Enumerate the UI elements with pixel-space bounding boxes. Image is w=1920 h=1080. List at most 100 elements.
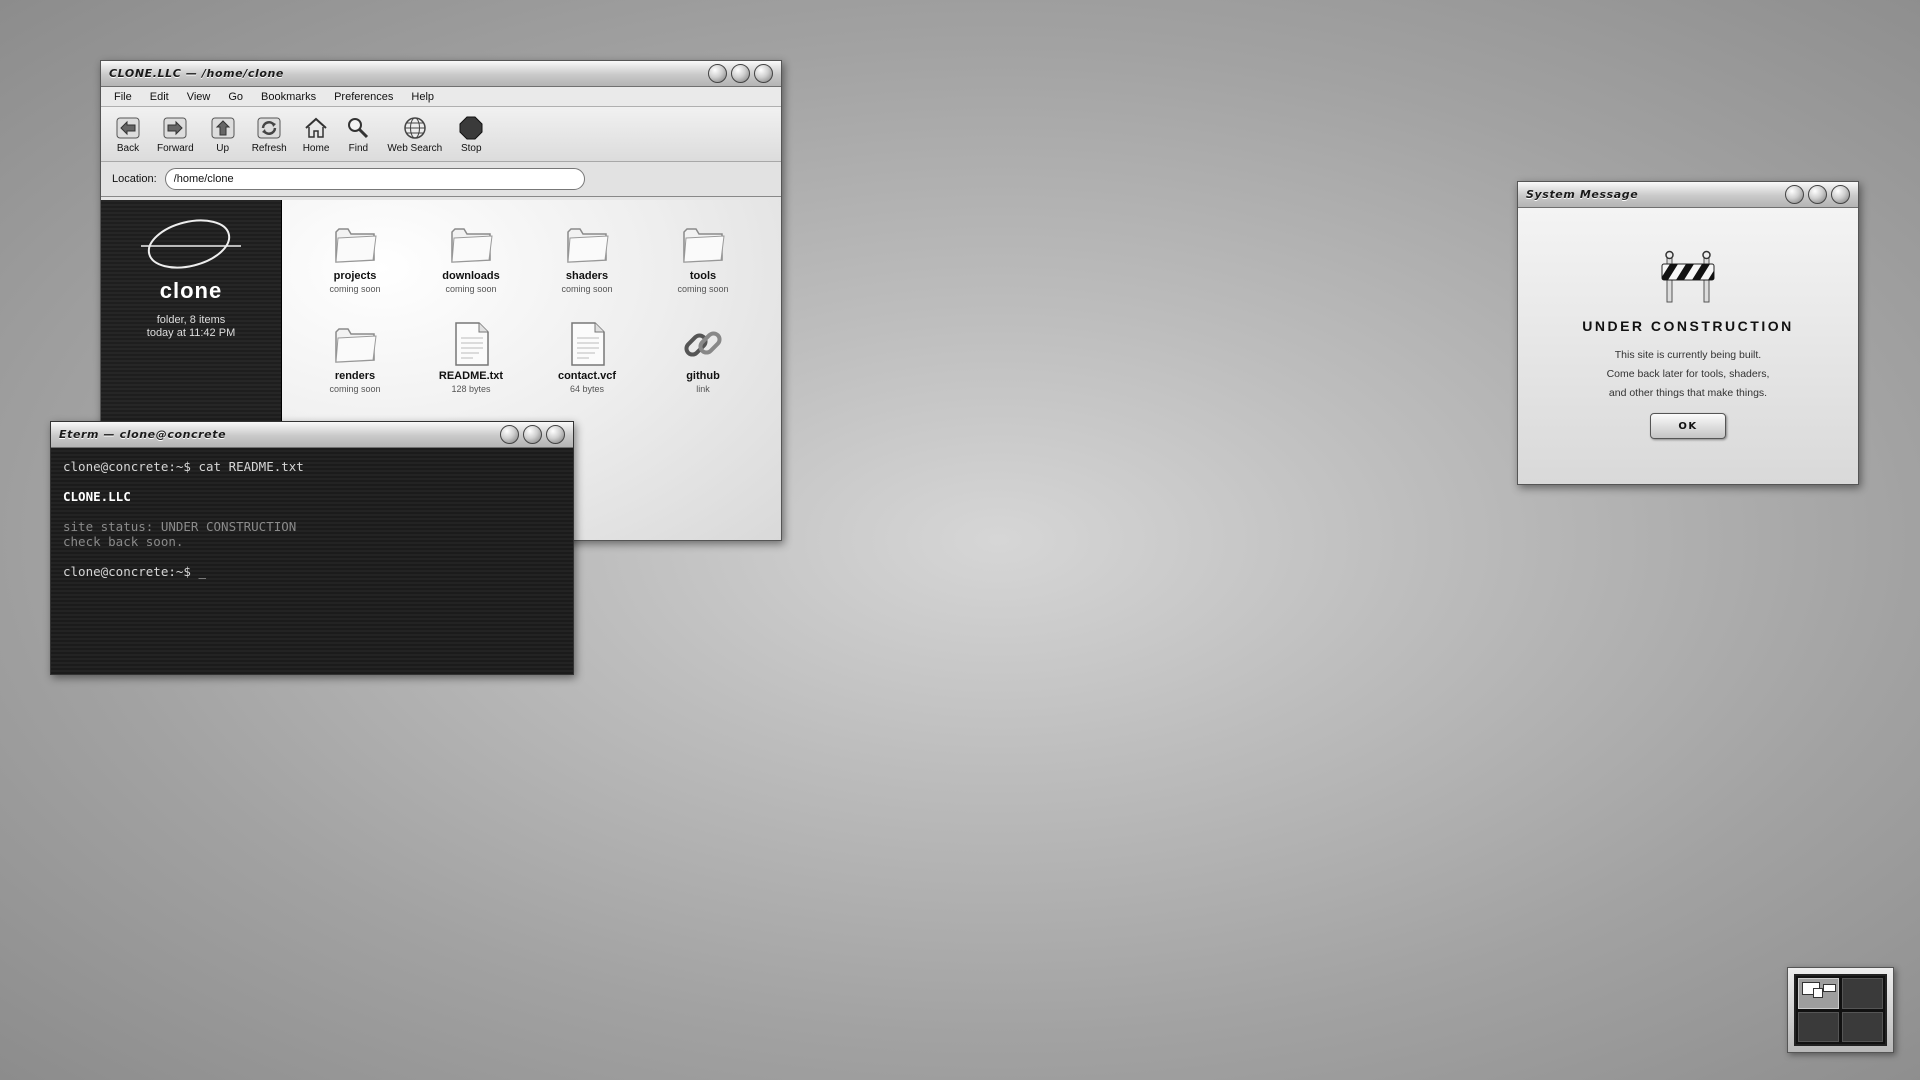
location-bar: Location: — [101, 162, 781, 197]
terminal-line: clone@concrete:~$ cat README.txt — [63, 459, 304, 474]
location-label: Location: — [112, 173, 157, 185]
window-title: CLONE.LLC — /home/clone — [109, 67, 284, 80]
window-title: System Message — [1526, 188, 1639, 201]
file-name: contact.vcf — [557, 370, 617, 382]
minimize-button[interactable] — [500, 425, 519, 444]
file-item-shaders[interactable]: shaders coming soon — [529, 220, 645, 320]
terminal-output[interactable]: clone@concrete:~$ cat README.txt CLONE.L… — [51, 448, 573, 674]
pager-grid — [1794, 974, 1887, 1046]
minimize-button[interactable] — [1785, 185, 1804, 204]
maximize-button[interactable] — [523, 425, 542, 444]
sidebar-meta-count: folder, 8 items — [156, 314, 226, 326]
forward-arrow-icon — [163, 117, 187, 138]
folder-icon — [335, 228, 377, 263]
mini-window-icon — [1813, 988, 1823, 998]
up-button[interactable]: Up — [202, 115, 244, 154]
file-sub: coming soon — [329, 284, 381, 294]
dialog-message: This site is currently being built. Come… — [1607, 346, 1770, 403]
refresh-icon — [257, 117, 281, 138]
file-item-projects[interactable]: projects coming soon — [297, 220, 413, 320]
file-item-tools[interactable]: tools coming soon — [645, 220, 761, 320]
folder-icon — [335, 328, 377, 363]
stop-label: Stop — [460, 142, 482, 154]
file-item-github[interactable]: github link — [645, 320, 761, 420]
menu-view[interactable]: View — [178, 91, 220, 103]
stop-sign-icon — [459, 116, 483, 139]
file-item-renders[interactable]: renders coming soon — [297, 320, 413, 420]
back-button[interactable]: Back — [107, 115, 149, 154]
folder-icon — [567, 228, 609, 263]
maximize-button[interactable] — [1808, 185, 1827, 204]
folder-icon — [451, 228, 493, 263]
maximize-button[interactable] — [731, 64, 750, 83]
sidebar-meta: folder, 8 items today at 11:42 PM — [147, 314, 235, 340]
dialog-message-line: and other things that make things. — [1608, 387, 1768, 399]
back-arrow-icon — [116, 117, 140, 138]
find-button[interactable]: Find — [337, 115, 379, 154]
file-name: github — [686, 370, 720, 382]
menu-go[interactable]: Go — [219, 91, 252, 103]
file-name: README.txt — [438, 370, 504, 382]
up-arrow-icon — [211, 117, 235, 138]
file-manager-titlebar[interactable]: CLONE.LLC — /home/clone — [101, 61, 781, 87]
forward-button[interactable]: Forward — [149, 115, 202, 154]
file-item-contact[interactable]: contact.vcf 64 bytes — [529, 320, 645, 420]
menu-file[interactable]: File — [105, 91, 141, 103]
menu-help[interactable]: Help — [402, 91, 443, 103]
menu-edit[interactable]: Edit — [141, 91, 178, 103]
workspace-3[interactable] — [1798, 1011, 1839, 1042]
workspace-1[interactable] — [1798, 978, 1839, 1009]
stop-button[interactable]: Stop — [450, 115, 492, 154]
home-icon — [305, 117, 327, 138]
dialog-heading: UNDER CONSTRUCTION — [1582, 318, 1794, 334]
ok-button[interactable]: OK — [1650, 413, 1726, 439]
terminal-line: site status: UNDER CONSTRUCTION — [63, 519, 297, 534]
file-item-readme[interactable]: README.txt 128 bytes — [413, 320, 529, 420]
menu-bookmarks[interactable]: Bookmarks — [252, 91, 325, 103]
terminal-window: Eterm — clone@concrete clone@concrete:~$… — [50, 421, 574, 675]
magnifier-icon — [348, 117, 369, 138]
toolbar: Back Forward Up Refresh Home Find Web Se… — [101, 107, 781, 162]
globe-icon — [404, 116, 426, 139]
terminal-prompt: clone@concrete:~$ _ — [63, 564, 206, 579]
terminal-titlebar[interactable]: Eterm — clone@concrete — [51, 422, 573, 448]
mini-window-icon — [1823, 984, 1836, 992]
refresh-button[interactable]: Refresh — [244, 115, 295, 154]
find-label: Find — [348, 142, 369, 154]
dialog-message-line: Come back later for tools, shaders, — [1606, 368, 1770, 380]
menu-preferences[interactable]: Preferences — [325, 91, 402, 103]
file-sub: coming soon — [561, 284, 613, 294]
document-icon — [455, 322, 489, 366]
file-name: downloads — [442, 270, 500, 282]
workspace-4[interactable] — [1842, 1011, 1883, 1042]
web-search-button[interactable]: Web Search — [379, 115, 450, 154]
sidebar-meta-date: today at 11:42 PM — [146, 327, 236, 339]
file-sub: coming soon — [677, 284, 729, 294]
menu-bar: File Edit View Go Bookmarks Preferences … — [101, 87, 781, 107]
construction-barrier-icon — [1661, 250, 1715, 303]
location-input[interactable] — [164, 168, 585, 190]
dialog-titlebar[interactable]: System Message — [1518, 182, 1858, 208]
folder-icon — [683, 228, 725, 263]
dialog-body: UNDER CONSTRUCTION This site is currentl… — [1518, 208, 1858, 484]
home-button[interactable]: Home — [295, 115, 338, 154]
terminal-line: CLONE.LLC — [63, 489, 131, 504]
file-item-downloads[interactable]: downloads coming soon — [413, 220, 529, 320]
chain-link-icon — [684, 331, 722, 357]
file-name: projects — [333, 270, 377, 282]
close-button[interactable] — [1831, 185, 1850, 204]
close-button[interactable] — [754, 64, 773, 83]
file-sub: 128 bytes — [451, 384, 491, 394]
close-button[interactable] — [546, 425, 565, 444]
minimize-button[interactable] — [708, 64, 727, 83]
system-message-dialog: System Message UNDER CONSTRUCTION This s… — [1517, 181, 1859, 485]
file-sub: coming soon — [329, 384, 381, 394]
file-sub: 64 bytes — [569, 384, 605, 394]
workspace-2[interactable] — [1842, 978, 1883, 1009]
dialog-message-line: This site is currently being built. — [1614, 349, 1762, 361]
file-sub: coming soon — [445, 284, 497, 294]
sidebar-name: clone — [159, 278, 223, 303]
